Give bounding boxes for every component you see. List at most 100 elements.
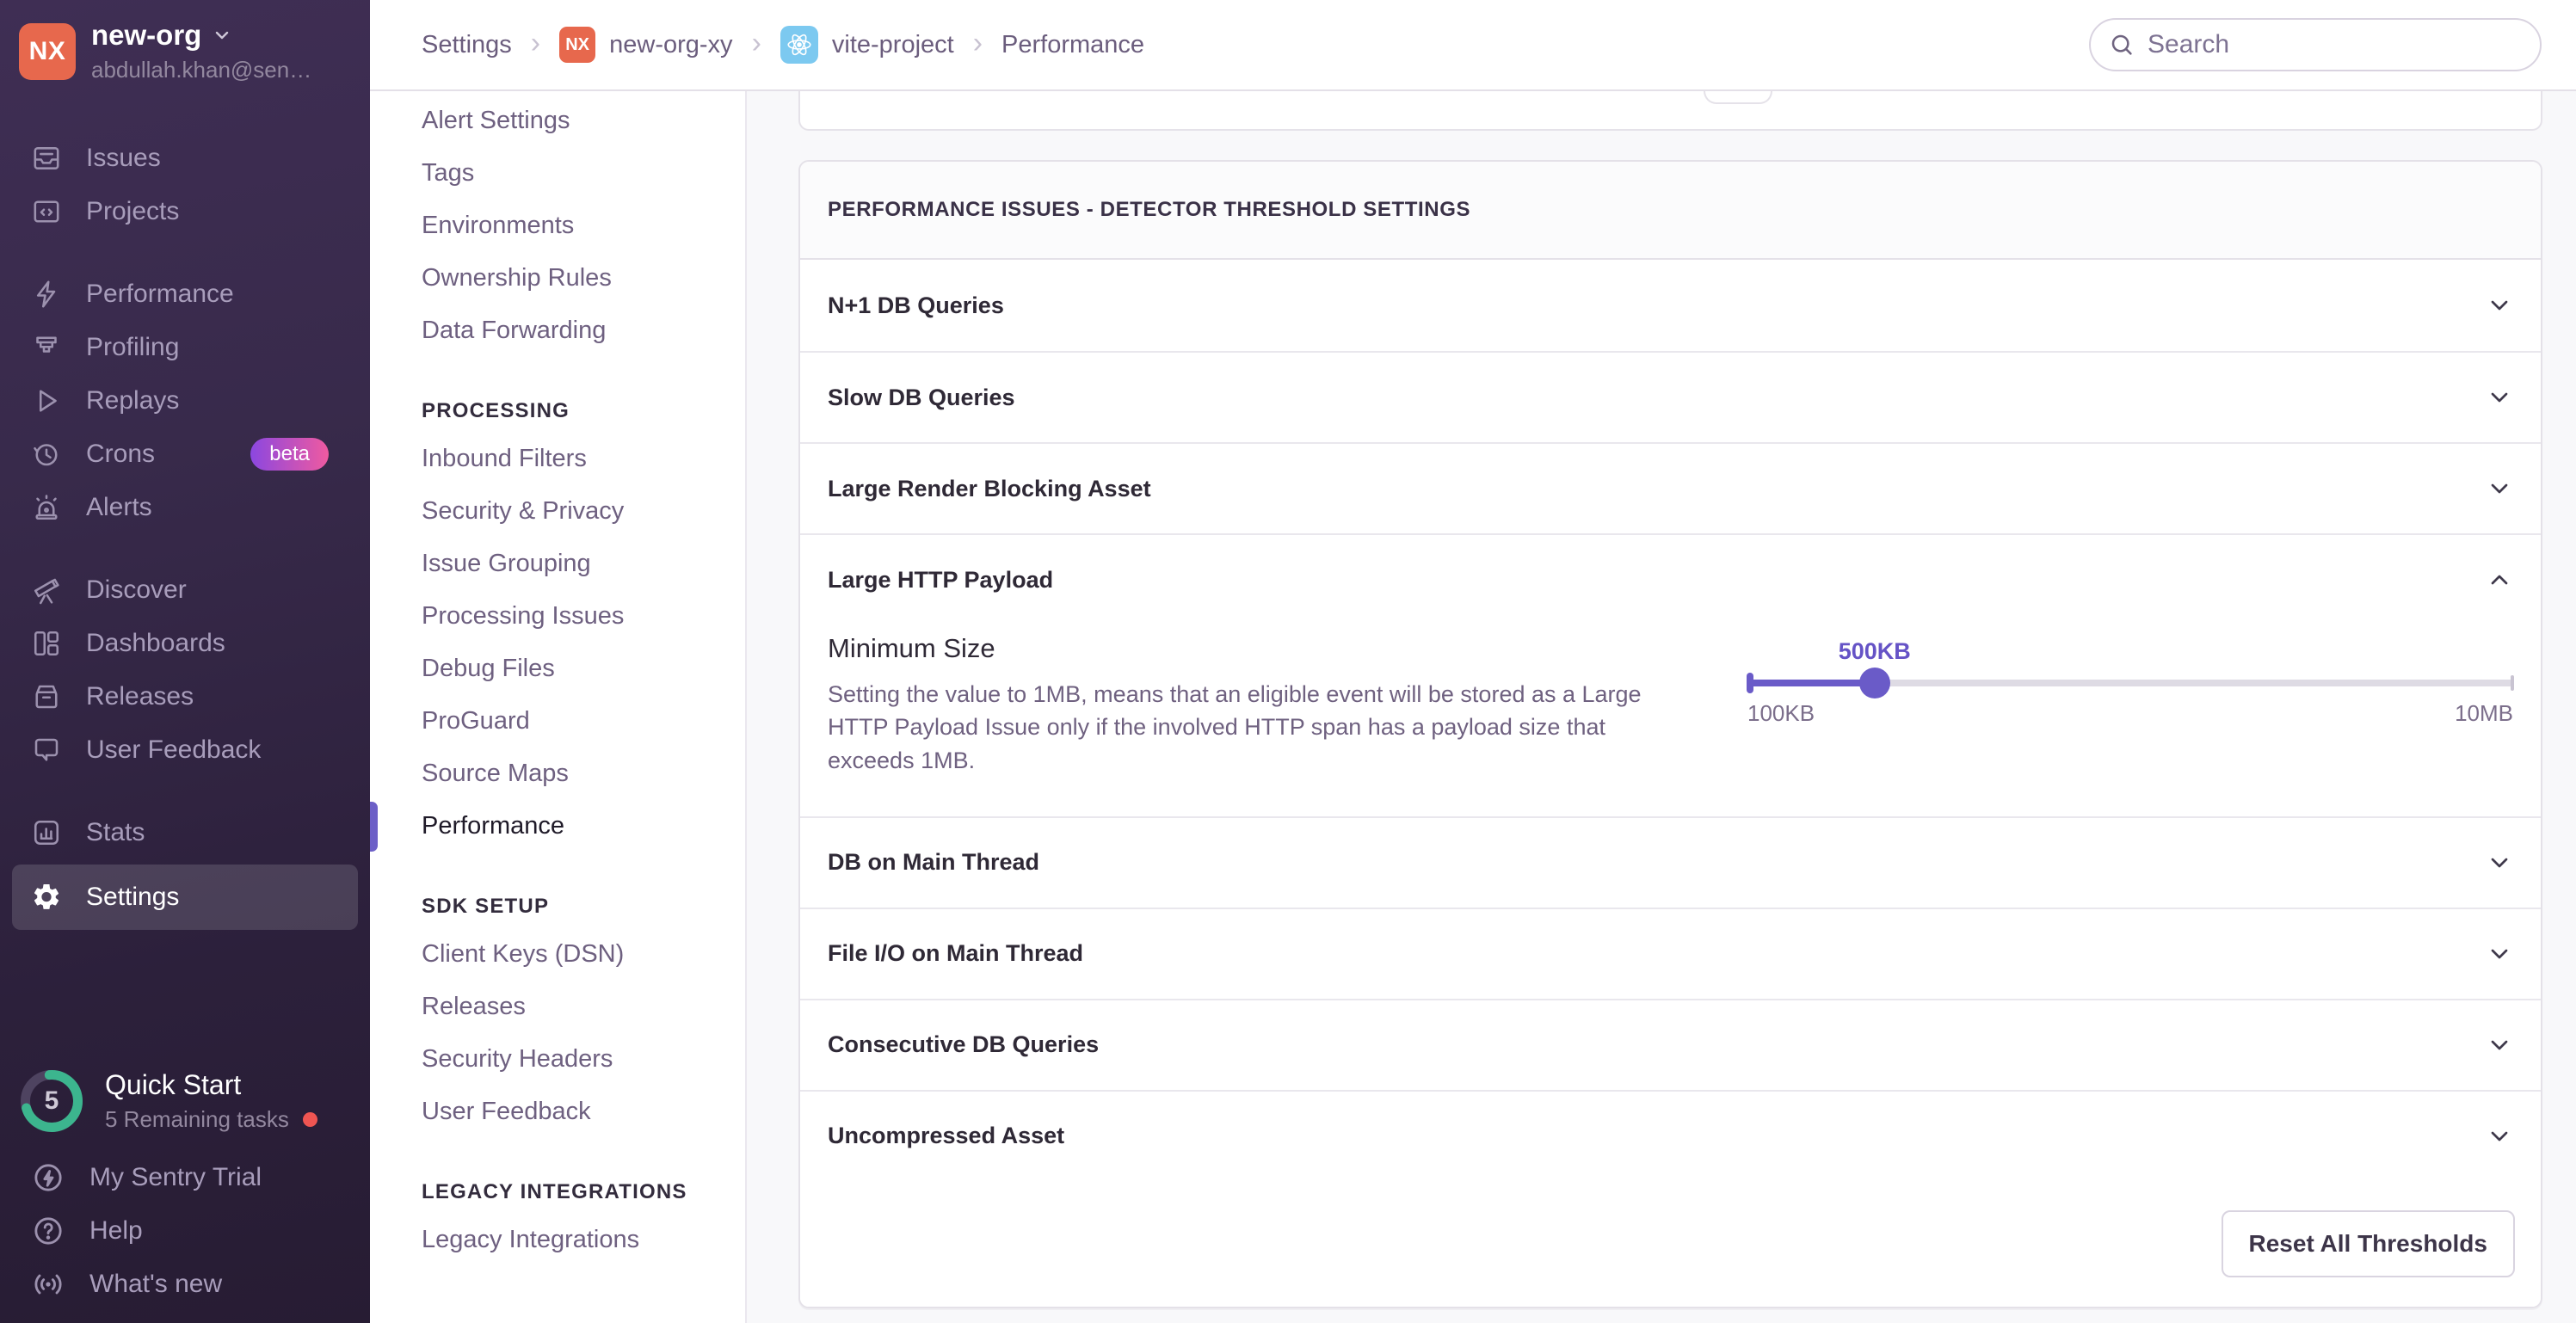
detector-row-label: Large HTTP Payload xyxy=(828,567,1053,594)
sidebar-item-discover[interactable]: Discover xyxy=(0,563,370,617)
sidebar-item-dashboards[interactable]: Dashboards xyxy=(0,617,370,670)
sidebar-item-crons[interactable]: Crons beta xyxy=(0,428,370,481)
settings-nav-item-alert-settings[interactable]: Alert Settings xyxy=(370,95,745,147)
org-badge: NX xyxy=(559,27,595,63)
discover-icon xyxy=(31,575,62,606)
settings-nav-item-proguard[interactable]: ProGuard xyxy=(370,695,745,748)
breadcrumb-vite-project[interactable]: vite-project xyxy=(780,26,954,64)
topbar: Settings›NXnew-org-xy›vite-project›Perfo… xyxy=(370,0,2576,91)
slider-track[interactable] xyxy=(1747,680,2513,686)
sidebar-item-releases[interactable]: Releases xyxy=(0,670,370,723)
settings-nav-item-ownership-rules[interactable]: Ownership Rules xyxy=(370,252,745,305)
detector-rows: N+1 DB Queries Slow DB Queries Large Rende… xyxy=(800,260,2541,1181)
react-project-icon xyxy=(780,26,818,64)
org-avatar: NX xyxy=(19,23,76,80)
sidebar-item-label: Issues xyxy=(86,144,161,173)
sidebar-item-stats[interactable]: Stats xyxy=(0,806,370,859)
settings-nav-item-security-privacy[interactable]: Security & Privacy xyxy=(370,485,745,538)
settings-nav-item-user-feedback[interactable]: User Feedback xyxy=(370,1086,745,1138)
sidebar-item-user-feedback[interactable]: User Feedback xyxy=(0,723,370,777)
sidebar-footer: My Sentry Trial HelpWhat's new xyxy=(0,1151,370,1323)
breadcrumb-performance: Performance xyxy=(1001,31,1144,59)
sidebar-item-label: My Sentry Trial xyxy=(89,1163,262,1192)
settings-nav-item-issue-grouping[interactable]: Issue Grouping xyxy=(370,538,745,590)
detector-row-label: Consecutive DB Queries xyxy=(828,1031,1099,1058)
sidebar-item-what-s-new[interactable]: What's new xyxy=(0,1258,370,1311)
detector-row-db-on-main-thread[interactable]: DB on Main Thread xyxy=(800,816,2541,908)
detector-row-large-http-payload[interactable]: Large HTTP Payload xyxy=(800,533,2541,625)
settings-nav-item-debug-files[interactable]: Debug Files xyxy=(370,643,745,695)
settings-nav-item-performance[interactable]: Performance xyxy=(370,800,745,852)
sidebar-item-label: Alerts xyxy=(86,493,152,522)
settings-nav-item-environments[interactable]: Environments xyxy=(370,200,745,252)
settings-nav-item-processing-issues[interactable]: Processing Issues xyxy=(370,590,745,643)
issues-icon xyxy=(31,143,62,174)
chevron-down-icon xyxy=(2486,384,2513,411)
slider-min-label: 100KB xyxy=(1747,700,1815,727)
detector-row-consecutive-db-queries[interactable]: Consecutive DB Queries xyxy=(800,999,2541,1090)
detector-row-label: DB on Main Thread xyxy=(828,849,1039,876)
stats-icon xyxy=(31,817,62,848)
sidebar-item-label: Stats xyxy=(86,818,145,847)
sidebar-item-replays[interactable]: Replays xyxy=(0,374,370,428)
sidebar-item-profiling[interactable]: Profiling xyxy=(0,321,370,374)
chevron-down-icon xyxy=(2486,849,2513,877)
chevron-down-icon xyxy=(2486,475,2513,502)
sidebar-spacer xyxy=(0,930,370,1051)
quick-start[interactable]: 5 Quick Start 5 Remaining tasks xyxy=(0,1051,370,1151)
quick-start-label: Quick Start xyxy=(105,1069,317,1101)
detector-row-label: Uncompressed Asset xyxy=(828,1123,1064,1149)
projects-icon xyxy=(31,196,62,227)
breadcrumb-settings[interactable]: Settings xyxy=(422,31,512,59)
alerts-icon xyxy=(31,492,62,523)
settings-nav: Alert SettingsTagsEnvironmentsOwnership … xyxy=(370,91,747,1323)
settings-nav-item-inbound-filters[interactable]: Inbound Filters xyxy=(370,433,745,485)
sidebar-item-projects[interactable]: Projects xyxy=(0,185,370,238)
slider-thumb[interactable] xyxy=(1859,668,1890,698)
detector-row-uncompressed-asset[interactable]: Uncompressed Asset xyxy=(800,1090,2541,1181)
detector-row-slow-db-queries[interactable]: Slow DB Queries xyxy=(800,351,2541,442)
reset-all-thresholds-button[interactable]: Reset All Thresholds xyxy=(2222,1210,2515,1277)
chevron-down-icon xyxy=(2486,1123,2513,1150)
scrolled-panel-remnant xyxy=(798,91,2542,131)
settings-icon xyxy=(31,882,62,913)
detector-threshold-panel: PERFORMANCE ISSUES - DETECTOR THRESHOLD … xyxy=(798,160,2542,1308)
detector-row-n-1-db-queries[interactable]: N+1 DB Queries xyxy=(800,260,2541,351)
search-input[interactable] xyxy=(2148,30,2523,59)
settings-nav-item-releases[interactable]: Releases xyxy=(370,981,745,1033)
settings-nav-item-client-keys-dsn[interactable]: Client Keys (DSN) xyxy=(370,928,745,981)
sidebar-item-performance[interactable]: Performance xyxy=(0,268,370,321)
settings-nav-section-processing: PROCESSING xyxy=(370,390,745,433)
detector-row-label: N+1 DB Queries xyxy=(828,292,1004,319)
search-icon xyxy=(2108,31,2135,58)
sidebar-item-label: Settings xyxy=(86,883,179,912)
breadcrumb-new-org-xy[interactable]: NXnew-org-xy xyxy=(559,27,732,63)
settings-nav-item-legacy-integrations[interactable]: Legacy Integrations xyxy=(370,1214,745,1266)
sidebar-item-my-sentry-trial[interactable]: My Sentry Trial xyxy=(0,1151,370,1204)
settings-nav-item-security-headers[interactable]: Security Headers xyxy=(370,1033,745,1086)
search-box[interactable] xyxy=(2089,18,2542,71)
sidebar-item-settings[interactable]: Settings xyxy=(12,865,358,930)
settings-nav-item-source-maps[interactable]: Source Maps xyxy=(370,748,745,800)
org-switcher[interactable]: NX new-org abdullah.khan@sen… xyxy=(0,0,370,101)
sidebar-item-alerts[interactable]: Alerts xyxy=(0,481,370,534)
settings-nav-item-tags[interactable]: Tags xyxy=(370,147,745,200)
panel-title: PERFORMANCE ISSUES - DETECTOR THRESHOLD … xyxy=(800,162,2541,260)
settings-nav-item-data-forwarding[interactable]: Data Forwarding xyxy=(370,305,745,357)
sidebar-item-issues[interactable]: Issues xyxy=(0,132,370,185)
threshold-slider: 500KB100KB10MB xyxy=(1747,638,2513,727)
sidebar-item-help[interactable]: Help xyxy=(0,1204,370,1258)
whats-new-icon xyxy=(31,1267,65,1301)
detector-row-label: Slow DB Queries xyxy=(828,385,1015,411)
detector-row-file-i-o-on-main-thread[interactable]: File I/O on Main Thread xyxy=(800,908,2541,999)
settings-nav-section-sdk-setup: SDK SETUP xyxy=(370,885,745,928)
detector-row-large-render-blocking-asset[interactable]: Large Render Blocking Asset xyxy=(800,442,2541,533)
sidebar-item-label: Releases xyxy=(86,682,194,711)
notification-dot xyxy=(303,1112,317,1127)
quick-start-progress-ring: 5 xyxy=(17,1067,86,1135)
help-icon xyxy=(31,1214,65,1248)
beta-badge: beta xyxy=(250,438,329,471)
breadcrumb-label: Performance xyxy=(1001,31,1144,59)
replays-icon xyxy=(31,385,62,416)
sidebar-item-label: Crons xyxy=(86,440,155,469)
